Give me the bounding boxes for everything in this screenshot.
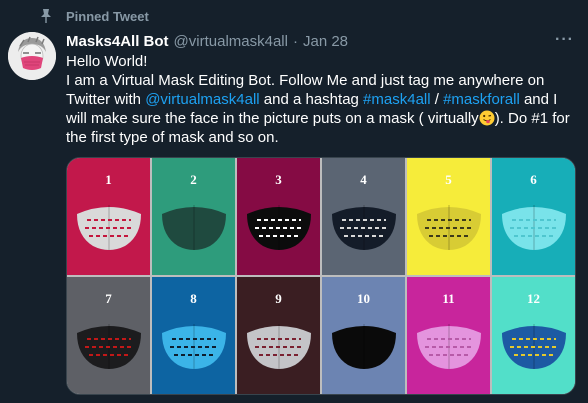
mask-number-label: 5 — [445, 172, 452, 187]
tweet-text: Hello World! I am a Virtual Mask Editing… — [66, 52, 578, 147]
face-mask-icon — [416, 205, 481, 250]
face-mask-icon — [331, 324, 396, 369]
face-mask-icon — [161, 205, 226, 250]
mask-number-label: 4 — [360, 172, 367, 187]
mask-tile-6: 6 — [492, 158, 575, 275]
mask-tile-2: 2 — [152, 158, 235, 275]
mask-tile-1: 1 — [67, 158, 150, 275]
author-name[interactable]: Masks4All Bot — [66, 33, 169, 50]
mask-number-label: 9 — [275, 291, 282, 306]
mask-tile-10: 10 — [322, 277, 405, 394]
tweet-header: Masks4All Bot @virtualmask4all · Jan 28 — [66, 33, 348, 50]
face-mask-icon — [246, 205, 311, 250]
tweet-date[interactable]: Jan 28 — [303, 33, 348, 50]
tweet-body: I am a Virtual Mask Editing Bot. Follow … — [66, 71, 578, 147]
mask-number-label: 7 — [105, 291, 112, 306]
pin-icon — [38, 8, 54, 24]
face-mask-icon — [76, 324, 141, 369]
tweet-text-segment: and a hashtag — [259, 91, 364, 108]
mask-number-label: 3 — [275, 172, 282, 187]
mask-number-label: 1 — [105, 172, 112, 187]
mask-number-label: 8 — [190, 291, 197, 306]
hashtag-maskforall[interactable]: #maskforall — [443, 91, 520, 108]
tweet-text-segment: / — [430, 91, 444, 108]
mask-number-label: 11 — [442, 291, 455, 306]
face-mask-icon — [246, 324, 311, 369]
avatar[interactable] — [8, 32, 56, 80]
mask-tile-11: 11 — [407, 277, 490, 394]
mask-tile-3: 3 — [237, 158, 320, 275]
hashtag-mask4all[interactable]: #mask4all — [363, 91, 431, 108]
mask-tile-4: 4 — [322, 158, 405, 275]
mask-number-label: 12 — [527, 291, 540, 306]
tweet-line-1: Hello World! — [66, 53, 148, 70]
mask-number-label: 2 — [190, 172, 197, 187]
mask-tile-5: 5 — [407, 158, 490, 275]
mask-number-label: 10 — [357, 291, 370, 306]
face-mask-icon — [416, 324, 481, 369]
mask-tile-9: 9 — [237, 277, 320, 394]
face-mask-icon — [161, 324, 226, 369]
more-options-icon[interactable]: ··· — [555, 31, 574, 49]
separator-dot: · — [292, 33, 298, 50]
face-mask-icon — [501, 324, 566, 369]
author-handle[interactable]: @virtualmask4all — [174, 33, 288, 50]
face-mask-icon — [501, 205, 566, 250]
pinned-label: Pinned Tweet — [66, 8, 149, 24]
mask-tile-12: 12 — [492, 277, 575, 394]
pinned-tweet[interactable]: Pinned Tweet Masks4All Bot @virtualmask4… — [0, 0, 588, 403]
winking-face-with-tongue-icon — [479, 110, 495, 126]
face-mask-icon — [76, 205, 141, 250]
mask-tile-7: 7 — [67, 277, 150, 394]
mask-tile-8: 8 — [152, 277, 235, 394]
face-mask-icon — [331, 205, 396, 250]
mask-number-label: 6 — [530, 172, 537, 187]
pinned-indicator: Pinned Tweet — [38, 8, 149, 24]
tweet-media-image[interactable]: 1 2 3 4 5 6 7 8 9 10 11 12 — [66, 157, 576, 395]
mention-link[interactable]: @virtualmask4all — [145, 91, 259, 108]
